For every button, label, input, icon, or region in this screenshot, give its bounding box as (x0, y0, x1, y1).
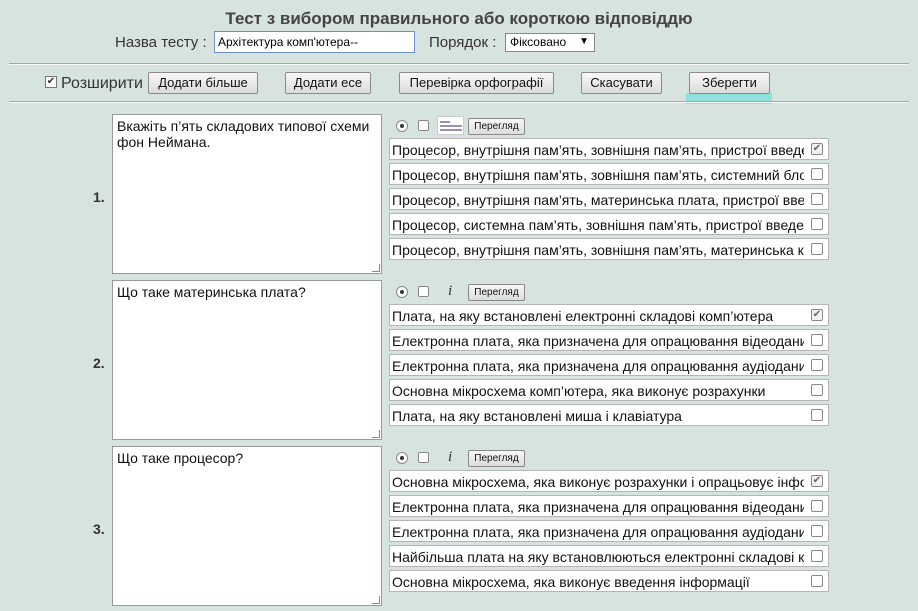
question-type-radio[interactable] (396, 286, 408, 298)
answer-text: Електронна плата, яка призначена для опр… (392, 333, 804, 349)
answer-option[interactable]: Плата, на яку встановлені електронні скл… (389, 304, 829, 326)
test-name-label: Назва тесту : (115, 34, 207, 51)
expand-checkbox[interactable]: ✔ (45, 76, 57, 88)
answer-option[interactable]: Плата, на яку встановлені миша і клавіат… (389, 404, 829, 426)
answer-option[interactable]: Електронна плата, яка призначена для опр… (389, 329, 829, 351)
correct-answer-checkbox[interactable] (811, 575, 823, 587)
answer-option[interactable]: Основна мікросхема, яка виконує введення… (389, 570, 829, 592)
correct-answer-checkbox[interactable] (811, 168, 823, 180)
info-icon[interactable]: i (448, 283, 452, 300)
answer-text: Електронна плата, яка призначена для опр… (392, 499, 804, 515)
answer-text: Процесор, внутрішня пам’ять, зовнішня па… (392, 142, 804, 158)
answer-text: Процесор, внутрішня пам’ять, материнська… (392, 192, 804, 208)
correct-answer-checkbox[interactable] (811, 243, 823, 255)
divider (9, 101, 909, 103)
answer-option[interactable]: Основна мікросхема комп’ютера, яка викон… (389, 379, 829, 401)
correct-answer-checkbox[interactable] (811, 500, 823, 512)
order-select[interactable]: Фіксовано ▼ (505, 33, 595, 52)
question-text: Вкажіть п’ять складових типової схеми фо… (117, 118, 370, 150)
answer-text: Електронна плата, яка призначена для опр… (392, 524, 804, 540)
test-name-input[interactable]: Архітектура комп'ютера-- (214, 31, 415, 53)
question-option-checkbox[interactable] (418, 120, 429, 131)
answer-text: Основна мікросхема комп’ютера, яка викон… (392, 383, 766, 399)
correct-answer-checkbox[interactable] (811, 409, 823, 421)
order-select-value: Фіксовано (510, 35, 567, 49)
cancel-button[interactable]: Скасувати (581, 72, 662, 94)
preview-button[interactable]: Перегляд (468, 118, 525, 135)
image-icon[interactable] (437, 116, 464, 135)
question-number: 3. (93, 521, 105, 537)
correct-answer-checkbox[interactable] (811, 525, 823, 537)
answer-option[interactable]: Процесор, внутрішня пам’ять, материнська… (389, 188, 829, 210)
answer-text: Процесор, внутрішня пам’ять, зовнішня па… (392, 167, 804, 183)
preview-button[interactable]: Перегляд (468, 284, 525, 301)
question-type-radio[interactable] (396, 120, 408, 132)
question-type-radio[interactable] (396, 452, 408, 464)
resize-handle-icon[interactable] (372, 264, 380, 272)
answer-text: Основна мікросхема, яка виконує введення… (392, 574, 750, 590)
page-title: Тест з вибором правильного або короткою … (225, 9, 693, 28)
save-button[interactable]: Зберегти (689, 72, 770, 94)
answer-option[interactable]: Процесор, внутрішня пам’ять, зовнішня па… (389, 138, 829, 160)
correct-answer-checkbox[interactable]: ✔ (811, 309, 823, 321)
answer-option[interactable]: Процесор, внутрішня пам’ять, зовнішня па… (389, 238, 829, 260)
answer-option[interactable]: Основна мікросхема, яка виконує розрахун… (389, 470, 829, 492)
header: Тест з вибором правильного або короткою … (0, 0, 918, 64)
add-essay-button[interactable]: Додати есе (285, 72, 371, 94)
add-more-button[interactable]: Додати більше (148, 72, 258, 94)
answer-text: Найбільша плата на яку встановлюються ел… (392, 549, 804, 565)
answer-text: Електронна плата, яка призначена для опр… (392, 358, 804, 374)
question-text-area[interactable]: Що таке процесор? (112, 446, 382, 606)
correct-answer-checkbox[interactable] (811, 384, 823, 396)
correct-answer-checkbox[interactable] (811, 359, 823, 371)
answer-text: Основна мікросхема, яка виконує розрахун… (392, 474, 804, 490)
correct-answer-checkbox[interactable] (811, 218, 823, 230)
divider (9, 63, 909, 65)
correct-answer-checkbox[interactable] (811, 334, 823, 346)
chevron-down-icon: ▼ (579, 36, 589, 47)
answer-text: Процесор, системна пам’ять, зовнішня пам… (392, 217, 804, 233)
question-option-checkbox[interactable] (418, 452, 429, 463)
answer-text: Плата, на яку встановлені електронні скл… (392, 308, 774, 324)
question-number: 1. (93, 189, 105, 205)
question-text: Що таке процесор? (117, 450, 244, 466)
correct-answer-checkbox[interactable]: ✔ (811, 143, 823, 155)
question-text-area[interactable]: Вкажіть п’ять складових типової схеми фо… (112, 114, 382, 274)
preview-button[interactable]: Перегляд (468, 450, 525, 467)
answer-text: Процесор, внутрішня пам’ять, зовнішня па… (392, 242, 804, 258)
answer-option[interactable]: Електронна плата, яка призначена для опр… (389, 495, 829, 517)
answer-option[interactable]: Процесор, внутрішня пам’ять, зовнішня па… (389, 163, 829, 185)
answer-text: Плата, на яку встановлені миша і клавіат… (392, 408, 682, 424)
answer-option[interactable]: Найбільша плата на яку встановлюються ел… (389, 545, 829, 567)
expand-label: Розширити (61, 75, 143, 92)
resize-handle-icon[interactable] (372, 430, 380, 438)
correct-answer-checkbox[interactable] (811, 193, 823, 205)
info-icon[interactable]: i (448, 449, 452, 466)
question-number: 2. (93, 355, 105, 371)
spellcheck-button[interactable]: Перевірка орфографії (399, 72, 554, 94)
question-option-checkbox[interactable] (418, 286, 429, 297)
correct-answer-checkbox[interactable] (811, 550, 823, 562)
answer-option[interactable]: Процесор, системна пам’ять, зовнішня пам… (389, 213, 829, 235)
order-label: Порядок : (429, 34, 497, 51)
correct-answer-checkbox[interactable]: ✔ (811, 475, 823, 487)
answer-option[interactable]: Електронна плата, яка призначена для опр… (389, 354, 829, 376)
resize-handle-icon[interactable] (372, 596, 380, 604)
question-text: Що таке материнська плата? (117, 284, 306, 300)
answer-option[interactable]: Електронна плата, яка призначена для опр… (389, 520, 829, 542)
question-text-area[interactable]: Що таке материнська плата? (112, 280, 382, 440)
